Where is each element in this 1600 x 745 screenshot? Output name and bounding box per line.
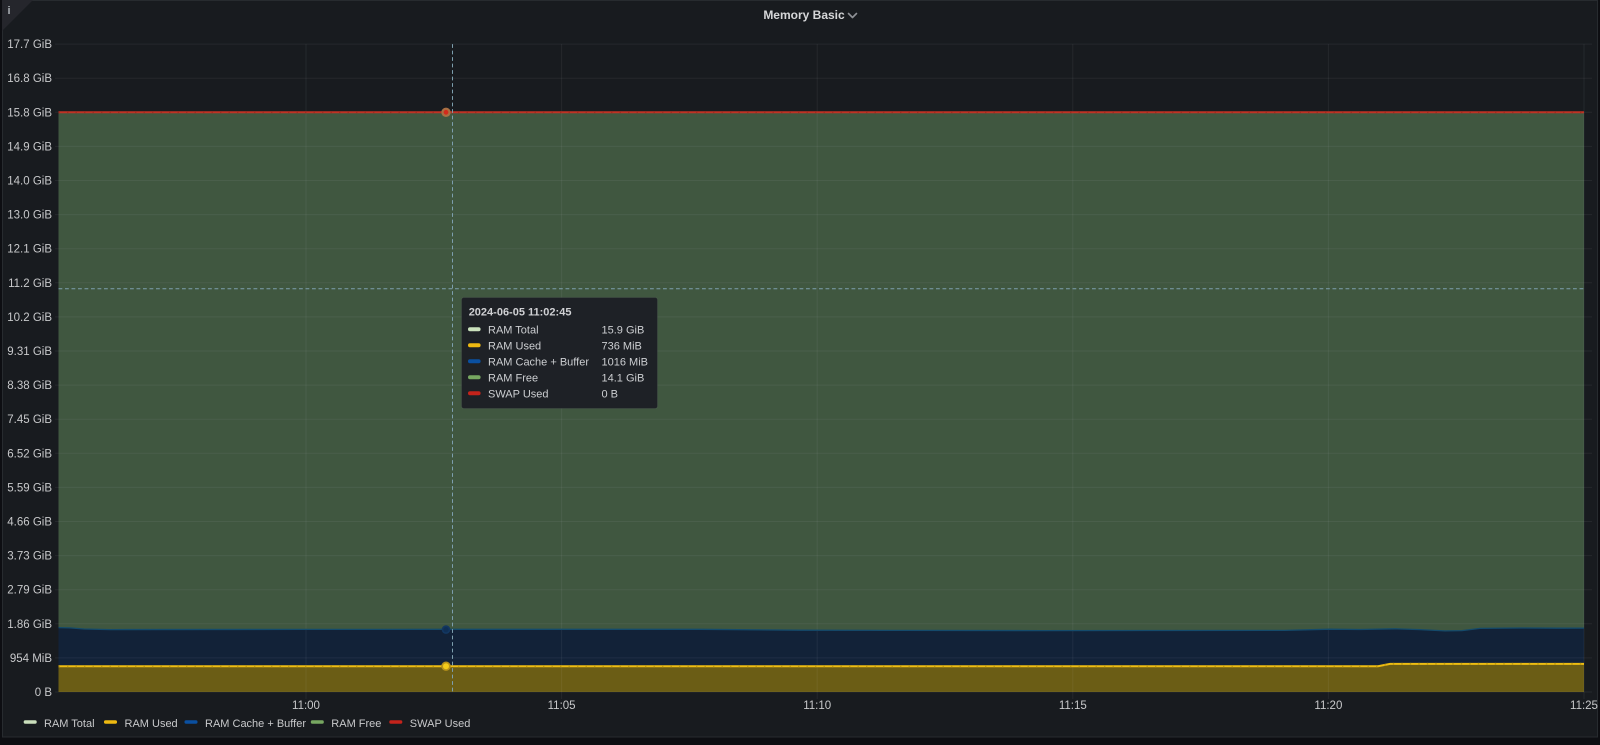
svg-text:0 B: 0 B: [602, 388, 619, 400]
svg-text:10.2 GiB: 10.2 GiB: [7, 312, 52, 324]
svg-text:RAM Total: RAM Total: [44, 718, 95, 730]
svg-text:11.2 GiB: 11.2 GiB: [8, 278, 52, 290]
svg-text:RAM Cache + Buffer: RAM Cache + Buffer: [205, 718, 306, 730]
svg-text:11:00: 11:00: [292, 700, 320, 712]
svg-text:RAM Used: RAM Used: [488, 340, 541, 352]
svg-text:954 MiB: 954 MiB: [10, 653, 53, 665]
svg-text:14.0 GiB: 14.0 GiB: [7, 176, 52, 188]
svg-text:15.9 GiB: 15.9 GiB: [602, 324, 645, 336]
svg-text:1.86 GiB: 1.86 GiB: [7, 619, 52, 631]
svg-text:14.9 GiB: 14.9 GiB: [7, 141, 52, 153]
svg-text:11:25: 11:25: [1570, 700, 1598, 712]
svg-text:RAM Used: RAM Used: [125, 718, 178, 730]
svg-text:13.0 GiB: 13.0 GiB: [7, 210, 52, 222]
svg-text:RAM Free: RAM Free: [331, 718, 381, 730]
svg-text:8.38 GiB: 8.38 GiB: [7, 380, 52, 392]
svg-text:0 B: 0 B: [35, 687, 53, 699]
svg-text:5.59 GiB: 5.59 GiB: [7, 482, 52, 494]
svg-text:11:20: 11:20: [1314, 700, 1342, 712]
svg-text:3.73 GiB: 3.73 GiB: [7, 551, 52, 563]
svg-text:9.31 GiB: 9.31 GiB: [7, 346, 52, 358]
svg-text:11:10: 11:10: [803, 700, 831, 712]
svg-text:Memory Basic: Memory Basic: [763, 8, 845, 22]
svg-text:SWAP Used: SWAP Used: [488, 388, 549, 400]
svg-text:SWAP Used: SWAP Used: [410, 718, 471, 730]
svg-text:14.1 GiB: 14.1 GiB: [602, 372, 645, 384]
svg-text:11:15: 11:15: [1059, 700, 1087, 712]
svg-text:4.66 GiB: 4.66 GiB: [7, 517, 52, 529]
svg-text:15.8 GiB: 15.8 GiB: [7, 107, 52, 119]
svg-text:2.79 GiB: 2.79 GiB: [7, 585, 52, 597]
svg-text:RAM Total: RAM Total: [488, 324, 539, 336]
svg-text:7.45 GiB: 7.45 GiB: [7, 414, 52, 426]
svg-text:2024-06-05 11:02:45: 2024-06-05 11:02:45: [469, 307, 572, 319]
svg-text:16.8 GiB: 16.8 GiB: [7, 73, 52, 85]
svg-text:RAM Free: RAM Free: [488, 372, 538, 384]
svg-text:i: i: [8, 5, 11, 17]
svg-text:1016 MiB: 1016 MiB: [602, 356, 648, 368]
svg-text:6.52 GiB: 6.52 GiB: [7, 448, 52, 460]
svg-text:11:05: 11:05: [548, 700, 576, 712]
svg-text:736 MiB: 736 MiB: [602, 340, 642, 352]
svg-text:17.7 GiB: 17.7 GiB: [7, 39, 52, 51]
svg-text:RAM Cache + Buffer: RAM Cache + Buffer: [488, 356, 589, 368]
svg-text:12.1 GiB: 12.1 GiB: [7, 244, 52, 256]
